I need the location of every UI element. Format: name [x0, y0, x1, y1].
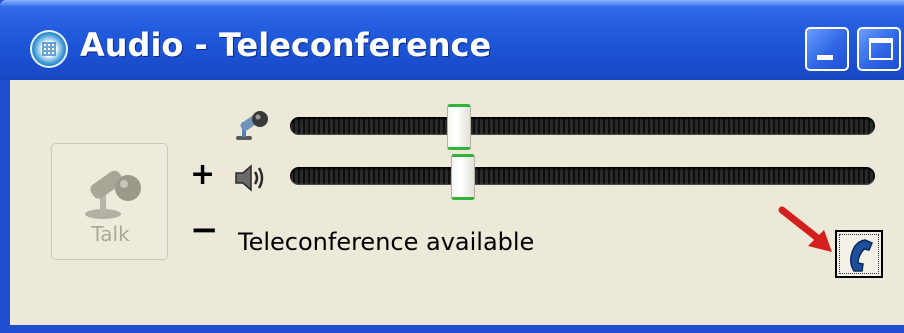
audio-teleconference-window: Audio - Teleconference Talk + − Teleconf… [0, 0, 904, 333]
microphone-volume-thumb[interactable] [447, 104, 471, 150]
speaker-volume-thumb[interactable] [451, 154, 475, 200]
minimize-icon [817, 55, 833, 60]
volume-up-label: + [190, 157, 216, 192]
talk-button[interactable]: Talk [51, 143, 168, 260]
phone-handset-icon [850, 239, 873, 272]
title-bar[interactable]: Audio - Teleconference [0, 0, 904, 80]
status-text: Teleconference available [238, 228, 535, 256]
teleconference-app-icon[interactable] [30, 30, 68, 68]
talk-label: Talk [91, 222, 130, 246]
window-title: Audio - Teleconference [80, 26, 492, 64]
microphone-icon [85, 170, 141, 219]
teleconference-button[interactable] [835, 230, 883, 278]
minimize-button[interactable] [805, 27, 849, 71]
window-content: Talk + − Teleconference available [10, 80, 904, 325]
speaker-volume-slider[interactable] [290, 167, 875, 185]
microphone-icon [236, 111, 268, 140]
red-arrow-icon [778, 206, 832, 252]
volume-down-label: − [190, 210, 219, 250]
maximize-icon [869, 38, 893, 60]
microphone-volume-slider[interactable] [290, 117, 875, 135]
speaker-icon [235, 164, 264, 192]
maximize-button[interactable] [857, 27, 901, 71]
